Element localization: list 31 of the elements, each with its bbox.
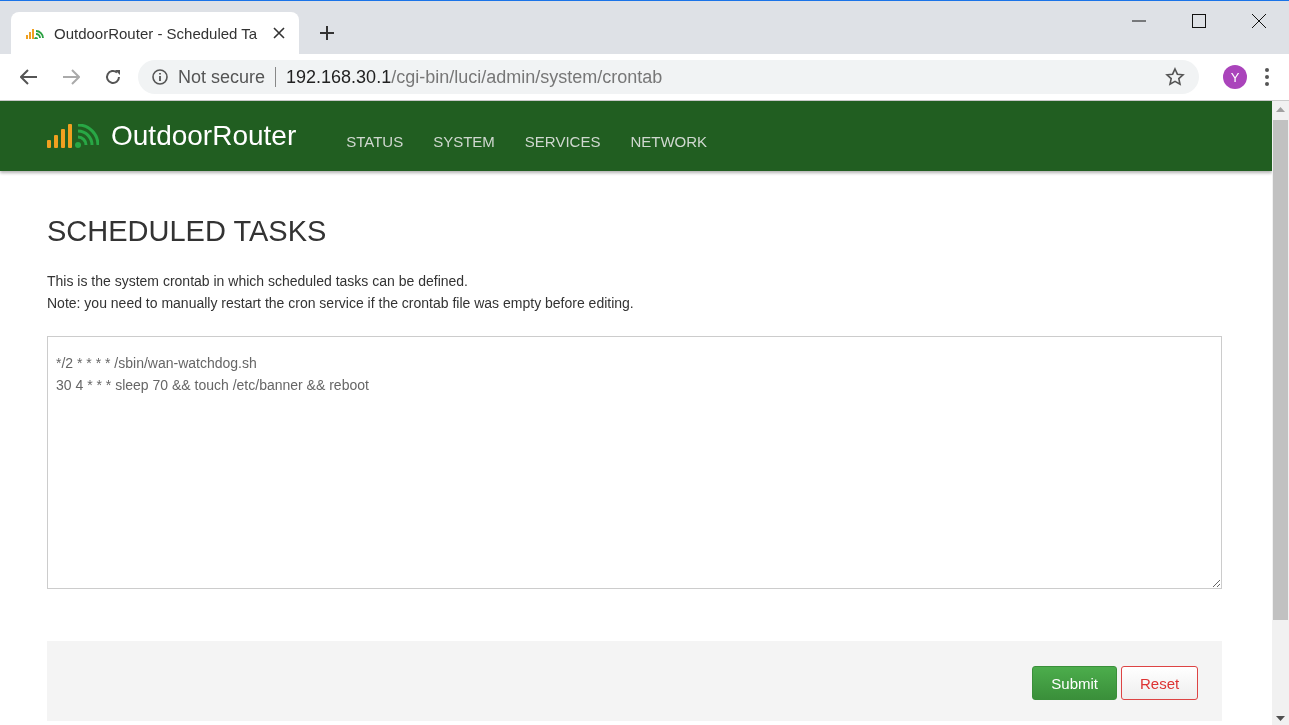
- star-icon[interactable]: [1165, 67, 1185, 87]
- nav-link[interactable]: SERVICES: [524, 132, 601, 150]
- close-icon[interactable]: [273, 27, 285, 39]
- signal-icon: [26, 27, 44, 39]
- signal-icon: [47, 124, 99, 148]
- nav-link[interactable]: NETWORK: [630, 132, 708, 150]
- tab-title: OutdoorRouter - Scheduled Ta: [54, 24, 259, 42]
- description-text: This is the system crontab in which scheduled tasks can be defined.: [47, 272, 469, 291]
- scrollbar[interactable]: [1272, 101, 1289, 725]
- maximize-icon[interactable]: [1192, 14, 1206, 28]
- browser-tab[interactable]: OutdoorRouter - Scheduled Ta: [11, 12, 299, 54]
- info-icon: [152, 69, 168, 85]
- menu-icon[interactable]: [1265, 68, 1269, 86]
- description-text: Note: you need to manually restart the cron service if the crontab file was empty before editing.: [47, 294, 635, 313]
- back-icon[interactable]: [20, 69, 38, 85]
- reload-icon[interactable]: [104, 68, 122, 86]
- security-label: Not secure: [178, 66, 266, 88]
- nav-link[interactable]: SYSTEM: [433, 132, 495, 150]
- address-bar[interactable]: Not secure 192.168.30.1/cgi-bin/luci/admin/system/crontab: [138, 60, 1199, 94]
- url-text: 192.168.30.1/cgi-bin/luci/admin/system/crontab: [286, 66, 663, 88]
- crontab-editor[interactable]: */2 * * * * /sbin/wan-watchdog.sh 30 4 * * * sleep 70 && touch /etc/banner && reboot: [47, 336, 1222, 589]
- profile-avatar[interactable]: Y: [1223, 65, 1247, 89]
- scroll-down-icon[interactable]: [1276, 716, 1285, 721]
- new-tab-icon[interactable]: [319, 25, 335, 41]
- submit-button[interactable]: Submit: [1032, 666, 1117, 700]
- reset-button[interactable]: Reset: [1121, 666, 1198, 700]
- scrollbar-thumb[interactable]: [1273, 120, 1288, 620]
- page-title: SCHEDULED TASKS: [47, 215, 328, 248]
- nav-link[interactable]: STATUS: [346, 132, 404, 150]
- close-icon[interactable]: [1252, 14, 1266, 28]
- brand-name[interactable]: OutdoorRouter: [111, 120, 297, 152]
